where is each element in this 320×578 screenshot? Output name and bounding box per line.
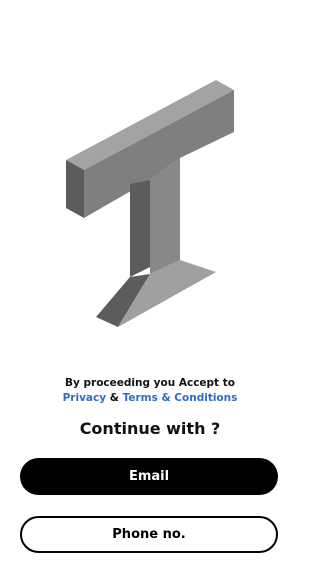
terms-link[interactable]: Terms & Conditions xyxy=(123,392,238,404)
phone-button-label: Phone no. xyxy=(112,527,186,542)
app-logo-3d-t-icon xyxy=(66,80,234,327)
consent-prefix: By proceeding you Accept to xyxy=(65,377,235,389)
email-button[interactable]: Email xyxy=(20,458,278,495)
consent-and: & xyxy=(109,392,119,404)
privacy-link[interactable]: Privacy xyxy=(63,392,106,404)
consent-text: By proceeding you Accept to Privacy & Te… xyxy=(0,376,300,406)
continue-heading: Continue with ? xyxy=(79,419,221,438)
consent-links-line: Privacy & Terms & Conditions xyxy=(0,391,300,406)
email-button-label: Email xyxy=(128,469,170,484)
phone-button[interactable]: Phone no. xyxy=(20,516,278,553)
